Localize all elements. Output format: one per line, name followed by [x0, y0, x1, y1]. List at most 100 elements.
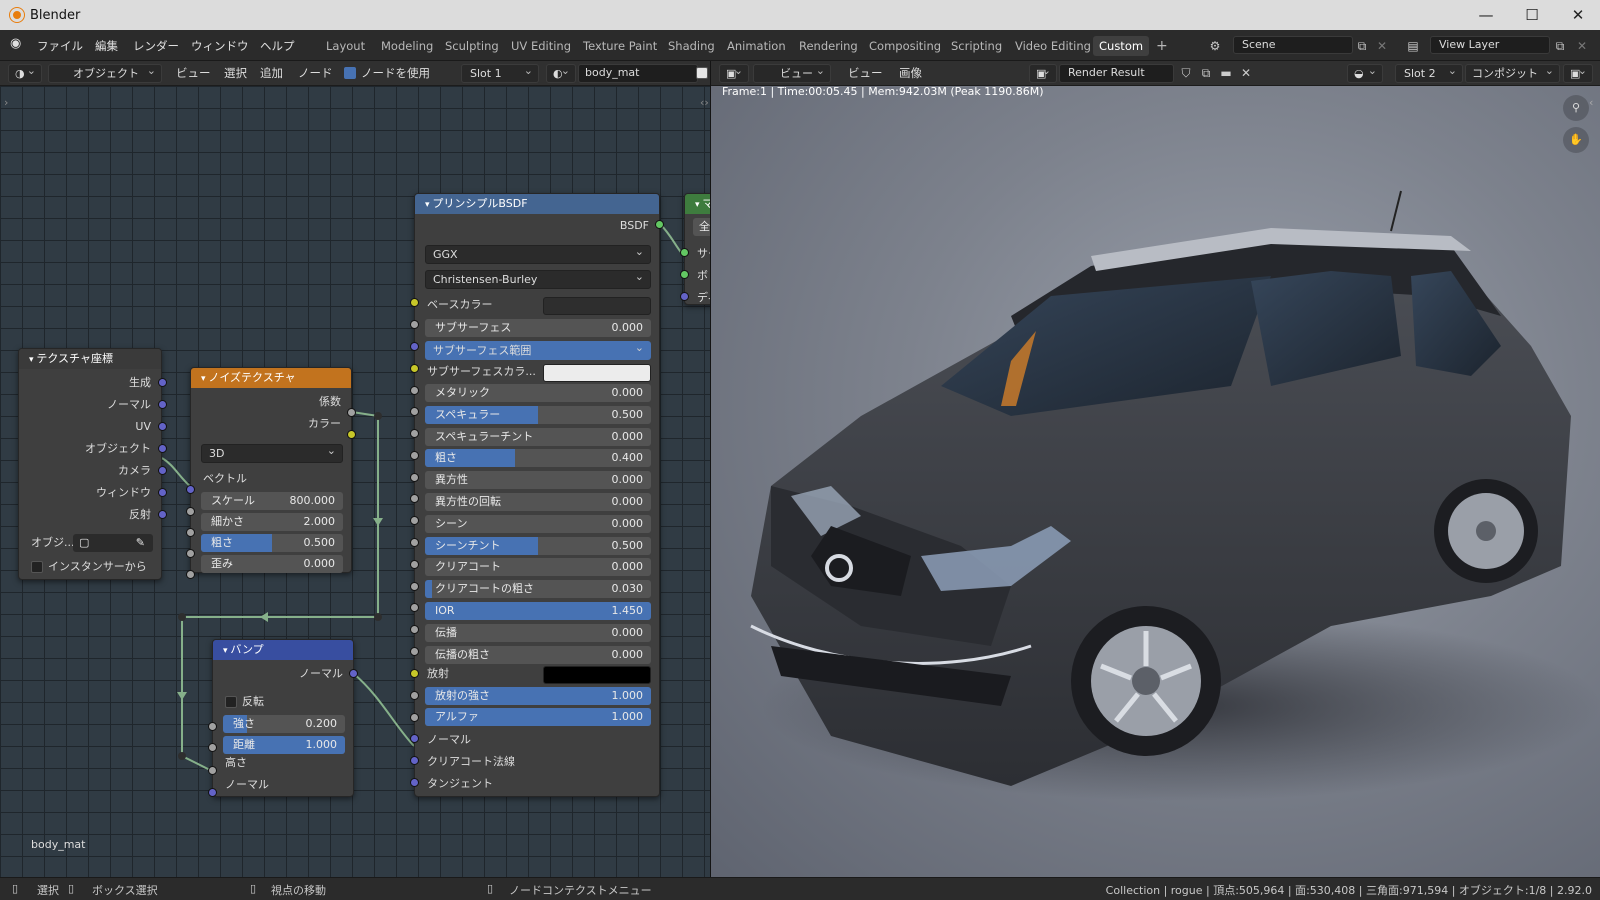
socket-output-volume[interactable] — [680, 270, 689, 279]
scene-name-field[interactable]: Scene — [1233, 36, 1353, 54]
socket-bsdf-input-0[interactable] — [410, 298, 419, 307]
bsdf-slider-7[interactable]: シーンチント 0.500 — [425, 536, 651, 555]
material-name-field[interactable]: body_mat — [578, 64, 698, 83]
socket-bsdf-input-20[interactable] — [410, 734, 419, 743]
editor-type-selector-image[interactable]: ▣ — [719, 64, 749, 83]
socket-bsdf-input-7[interactable] — [410, 451, 419, 460]
menu-edit[interactable]: 編集 — [95, 38, 118, 54]
bsdf-slider-6[interactable]: シーン 0.000 — [425, 514, 651, 533]
socket-noise-scale[interactable] — [186, 507, 195, 516]
bsdf-emission-swatch[interactable] — [543, 666, 651, 684]
toolbar-toggle-icon[interactable]: › — [4, 96, 8, 109]
socket-bump-normal-in[interactable] — [208, 788, 217, 797]
menu-add[interactable]: 追加 — [260, 63, 283, 83]
bsdf-slider-12[interactable]: 伝播の粗さ 0.000 — [425, 645, 651, 664]
render-result-view[interactable]: Frame:1 | Time:00:05.45 | Mem:942.03M (P… — [711, 86, 1600, 877]
display-channels-icon[interactable]: ◒ — [1347, 64, 1383, 83]
socket-bsdf-input-17[interactable] — [410, 669, 419, 678]
tab-shading[interactable]: Shading — [662, 36, 721, 56]
bsdf-slider-1[interactable]: スペキュラー 0.500 — [425, 405, 651, 424]
bump-node[interactable]: バンプ ノーマル 反転 強さ 0.200 距離 1.000 高さ ノーマル — [212, 639, 354, 797]
view-mode-selector[interactable]: ビュー — [753, 64, 831, 83]
menu-window[interactable]: ウィンドウ — [191, 38, 249, 54]
scene-remove-icon[interactable]: ✕ — [1372, 37, 1392, 55]
socket-output-displacement[interactable] — [680, 292, 689, 301]
socket-bsdf-input-21[interactable] — [410, 756, 419, 765]
noise-slider-2[interactable]: 粗さ 0.500 — [201, 534, 343, 552]
menu-render[interactable]: レンダー — [133, 38, 179, 54]
socket-bsdf-input-3[interactable] — [410, 364, 419, 373]
noise-texture-node[interactable]: ノイズテクスチャ 係数 カラー 3D ベクトル スケール 800.000 細かさ 2.… — [190, 367, 352, 573]
bsdf-subsurface-color-swatch[interactable] — [543, 364, 651, 382]
menu-file[interactable]: ファイル — [37, 38, 83, 54]
socket-normal[interactable] — [158, 400, 167, 409]
menu-select[interactable]: 選択 — [224, 63, 247, 83]
view-layer-copy-icon[interactable]: ⧉ — [1550, 37, 1570, 55]
tab-texture-paint[interactable]: Texture Paint — [577, 36, 663, 56]
sidebar-toggle-icon[interactable]: ‹› — [700, 96, 709, 109]
bsdf-node-header[interactable]: プリンシプルBSDF — [415, 194, 659, 214]
socket-bump-distance[interactable] — [208, 743, 217, 752]
noise-dimension-dropdown[interactable]: 3D — [201, 442, 343, 463]
socket-bump-normal-out[interactable] — [349, 669, 358, 678]
menu-help[interactable]: ヘルプ — [260, 38, 295, 54]
bsdf-slider-3[interactable]: 粗さ 0.400 — [425, 449, 651, 468]
menu-node[interactable]: ノード — [298, 63, 333, 83]
socket-bsdf-input-4[interactable] — [410, 386, 419, 395]
use-nodes-checkbox[interactable] — [344, 67, 356, 79]
tab-modeling[interactable]: Modeling — [375, 36, 439, 56]
scene-browse-icon[interactable]: ⚙ — [1205, 37, 1225, 55]
view-layer-browse-icon[interactable]: ▤ — [1403, 37, 1423, 55]
texture-coordinate-node[interactable]: テクスチャ座標 生成 ノーマル UV オブジェクト カメラ ウィンドウ 反射 オ… — [18, 348, 162, 580]
socket-bsdf-input-2[interactable] — [410, 342, 419, 351]
tab-layout[interactable]: Layout — [320, 36, 371, 56]
tab-video-editing[interactable]: Video Editing — [1009, 36, 1097, 56]
socket-bsdf-input-14[interactable] — [410, 603, 419, 612]
bump-invert-checkbox[interactable] — [225, 696, 237, 708]
socket-camera[interactable] — [158, 466, 167, 475]
bsdf-slider-0[interactable]: メタリック 0.000 — [425, 384, 651, 402]
tab-custom[interactable]: Custom — [1093, 36, 1150, 56]
noise-slider-3[interactable]: 歪み 0.000 — [201, 555, 343, 573]
socket-bsdf-input-5[interactable] — [410, 407, 419, 416]
texcoord-node-header[interactable]: テクスチャ座標 — [19, 349, 161, 369]
bsdf2-slider-0[interactable]: 放射の強さ 1.000 — [425, 687, 651, 705]
image-browse-icon[interactable]: ▣ — [1029, 64, 1057, 83]
object-mode-selector[interactable]: オブジェクト — [48, 64, 162, 83]
noise-slider-1[interactable]: 細かさ 2.000 — [201, 513, 343, 531]
socket-noise-fac[interactable] — [347, 408, 356, 417]
socket-noise-distortion[interactable] — [186, 570, 195, 579]
socket-output-surface[interactable] — [680, 248, 689, 257]
socket-generated[interactable] — [158, 378, 167, 387]
bump-slider-0[interactable]: 強さ 0.200 — [223, 715, 345, 733]
tab-animation[interactable]: Animation — [721, 36, 792, 56]
socket-noise-vector[interactable] — [186, 485, 195, 494]
tab-scripting[interactable]: Scripting — [945, 36, 1008, 56]
socket-bsdf-input-10[interactable] — [410, 516, 419, 525]
slot-selector[interactable]: Slot 1 — [461, 64, 539, 83]
bump-slider-1[interactable]: 距離 1.000 — [223, 736, 345, 754]
socket-window[interactable] — [158, 488, 167, 497]
bsdf-slider-5[interactable]: 異方性の回転 0.000 — [425, 493, 651, 511]
image-unlink-icon[interactable]: ✕ — [1236, 64, 1256, 82]
scene-copy-icon[interactable]: ⧉ — [1352, 37, 1372, 55]
menu-image[interactable]: 画像 — [899, 63, 922, 83]
noise-slider-0[interactable]: スケール 800.000 — [201, 492, 343, 510]
socket-noise-color[interactable] — [347, 430, 356, 439]
node-editor-canvas[interactable]: › ‹› テクスチャ座標 生成 ノーマル UV オブジェクト カメラ ウィンドウ… — [0, 86, 710, 877]
display-mode-icon[interactable]: ▣ — [1563, 64, 1593, 83]
socket-bump-strength[interactable] — [208, 722, 217, 731]
output-target-dropdown[interactable]: 全 — [693, 218, 710, 236]
socket-bsdf-input-18[interactable] — [410, 691, 419, 700]
view-layer-field[interactable]: View Layer — [1430, 36, 1550, 54]
image-open-icon[interactable]: ▬ — [1216, 64, 1236, 82]
bsdf-base-color-swatch[interactable] — [543, 297, 651, 315]
minimize-button[interactable]: — — [1463, 4, 1509, 26]
view-layer-remove-icon[interactable]: ✕ — [1572, 37, 1592, 55]
maximize-button[interactable]: ☐ — [1509, 4, 1555, 26]
socket-noise-roughness[interactable] — [186, 549, 195, 558]
bsdf-slider-8[interactable]: クリアコート 0.000 — [425, 558, 651, 577]
from-instancer-checkbox[interactable] — [31, 561, 43, 573]
blender-menu-icon[interactable]: ◉ — [10, 36, 21, 51]
bsdf-subsurface-method-dropdown[interactable]: Christensen-Burley — [425, 268, 651, 289]
